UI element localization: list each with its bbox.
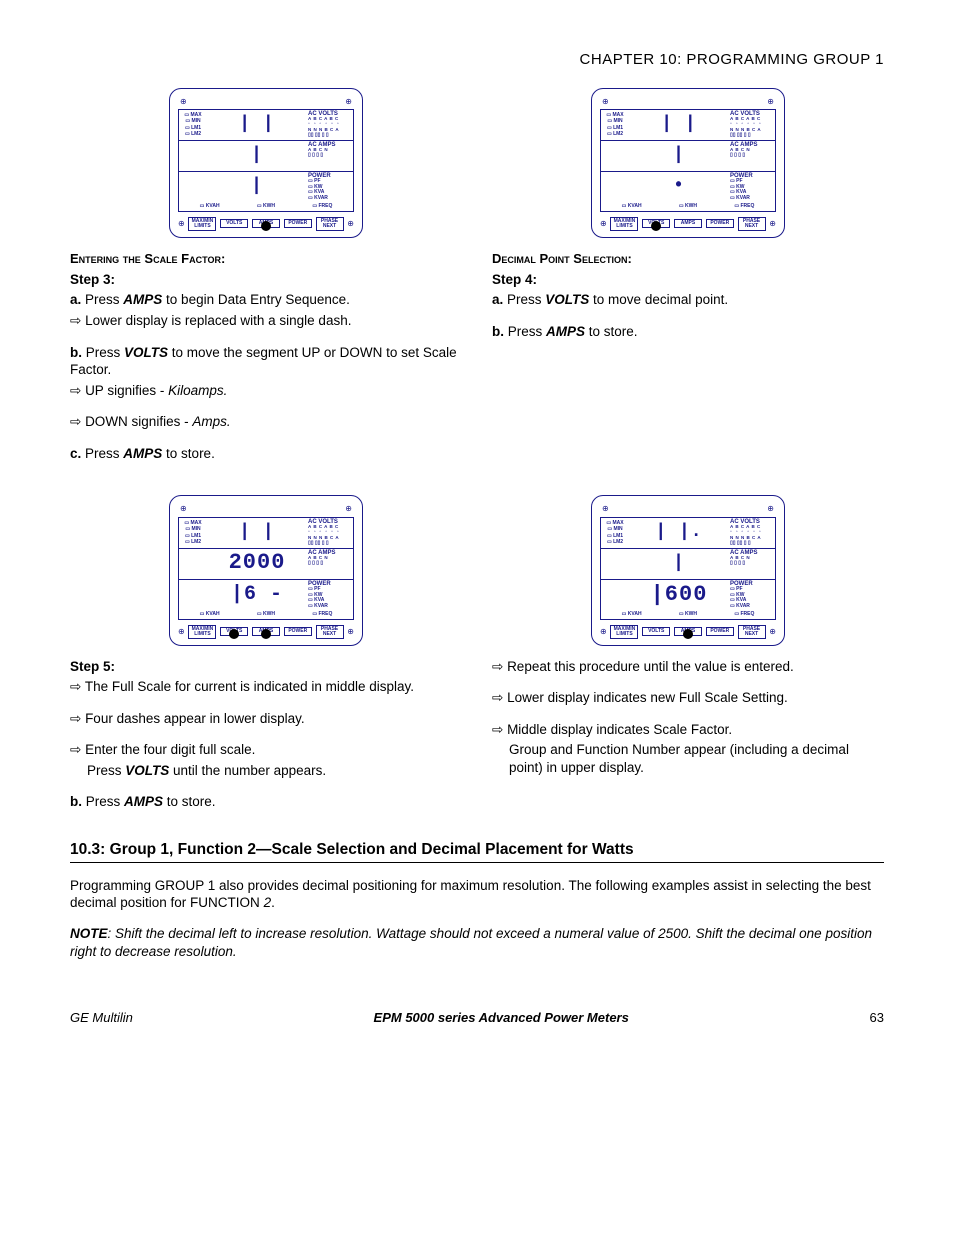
chapter-header: CHAPTER 10: PROGRAMMING GROUP 1	[70, 50, 884, 70]
amps-button: AMPS	[674, 627, 702, 636]
power-button: POWER	[706, 219, 734, 228]
maxmin-limits-button: MAX/MINLIMITS	[188, 217, 216, 231]
note-paragraph: NOTE: Shift the decimal left to increase…	[70, 925, 884, 960]
meter-figure-3: ⊕⊕ MAXMINLM1LM2 | | AC VOLTSA B C A B C▫…	[70, 495, 462, 645]
section-paragraph: Programming GROUP 1 also provides decima…	[70, 877, 884, 912]
maxmin-limits-button: MAX/MINLIMITS	[188, 625, 216, 639]
page-footer: GE Multilin EPM 5000 series Advanced Pow…	[70, 1010, 884, 1027]
power-button: POWER	[284, 627, 312, 636]
volts-button: VOLTS	[220, 219, 248, 228]
phase-next-button: PHASENEXT	[738, 217, 766, 231]
meter-figure-2: ⊕⊕ MAXMINLM1LM2 | | AC VOLTSA B C A B C▫…	[492, 88, 884, 238]
meter-figure-4: ⊕⊕ MAXMINLM1LM2 | |. AC VOLTSA B C A B C…	[492, 495, 884, 645]
amps-button: AMPS	[674, 219, 702, 228]
step3-text: Entering the Scale Factor: Step 3: a. Pr…	[70, 250, 462, 462]
maxmin-limits-button: MAX/MINLIMITS	[610, 625, 638, 639]
amps-button: AMPS	[252, 627, 280, 636]
volts-button: VOLTS	[642, 219, 670, 228]
volts-button: VOLTS	[642, 627, 670, 636]
power-button: POWER	[284, 219, 312, 228]
meter-figure-1: ⊕⊕ MAXMINLM1LM2 | | AC VOLTSA B C A B C▫…	[70, 88, 462, 238]
phase-next-button: PHASENEXT	[316, 625, 344, 639]
power-button: POWER	[706, 627, 734, 636]
phase-next-button: PHASENEXT	[738, 625, 766, 639]
phase-next-button: PHASENEXT	[316, 217, 344, 231]
section-heading: 10.3: Group 1, Function 2—Scale Selectio…	[70, 840, 884, 863]
maxmin-limits-button: MAX/MINLIMITS	[610, 217, 638, 231]
step4-text: Decimal Point Selection: Step 4: a. Pres…	[492, 250, 884, 341]
volts-button: VOLTS	[220, 627, 248, 636]
step5-right-text: Repeat this procedure until the value is…	[492, 658, 884, 777]
amps-button: AMPS	[252, 219, 280, 228]
step5-text: Step 5: The Full Scale for current is in…	[70, 658, 462, 811]
